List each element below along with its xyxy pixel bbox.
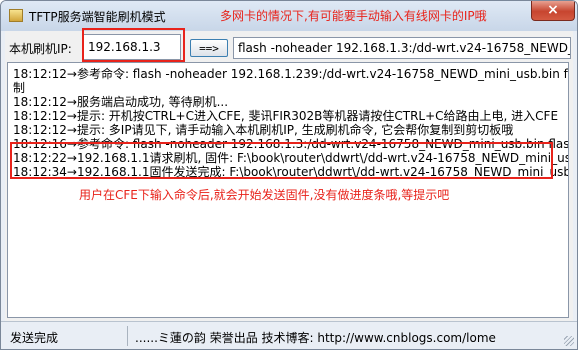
status-bar: 发送完成 ......ミ蓮の韵 荣誉出品 技术博客: http://www.cn…	[1, 321, 577, 349]
log-annotation: 用户在CFE下输入命令后,就会开始发送固件,没有做进度条哦,等提示吧	[79, 188, 450, 202]
ip-input[interactable]	[83, 34, 181, 60]
window-title: TFTP服务端智能刷机模式	[29, 10, 166, 24]
status-credits: ......ミ蓮の韵 荣誉出品 技术博客: http://www.cnblogs…	[135, 331, 496, 345]
log-line: 18:12:12→参考命令: flash -noheader 192.168.1…	[13, 67, 568, 81]
status-divider	[127, 326, 128, 346]
generate-command-button[interactable]: ==>	[190, 39, 228, 57]
command-field[interactable]: flash -noheader 192.168.1.3:/dd-wrt.v24-…	[233, 37, 571, 59]
ip-label: 本机刷机IP:	[9, 42, 72, 56]
app-icon	[9, 9, 23, 22]
log-line: 18:12:34→192.168.1.1固件发送完成: F:\book\rout…	[13, 165, 569, 179]
resize-grip-icon[interactable]	[564, 336, 574, 346]
close-icon: ×	[547, 2, 559, 18]
title-bar[interactable]: TFTP服务端智能刷机模式 多网卡的情况下,有可能要手动输入有线网卡的IP哦 ×	[1, 1, 577, 31]
tftp-window: TFTP服务端智能刷机模式 多网卡的情况下,有可能要手动输入有线网卡的IP哦 ×…	[0, 0, 578, 350]
title-annotation: 多网卡的情况下,有可能要手动输入有线网卡的IP哦	[220, 9, 487, 23]
close-button[interactable]: ×	[531, 1, 575, 21]
status-message: 发送完成	[10, 331, 59, 345]
